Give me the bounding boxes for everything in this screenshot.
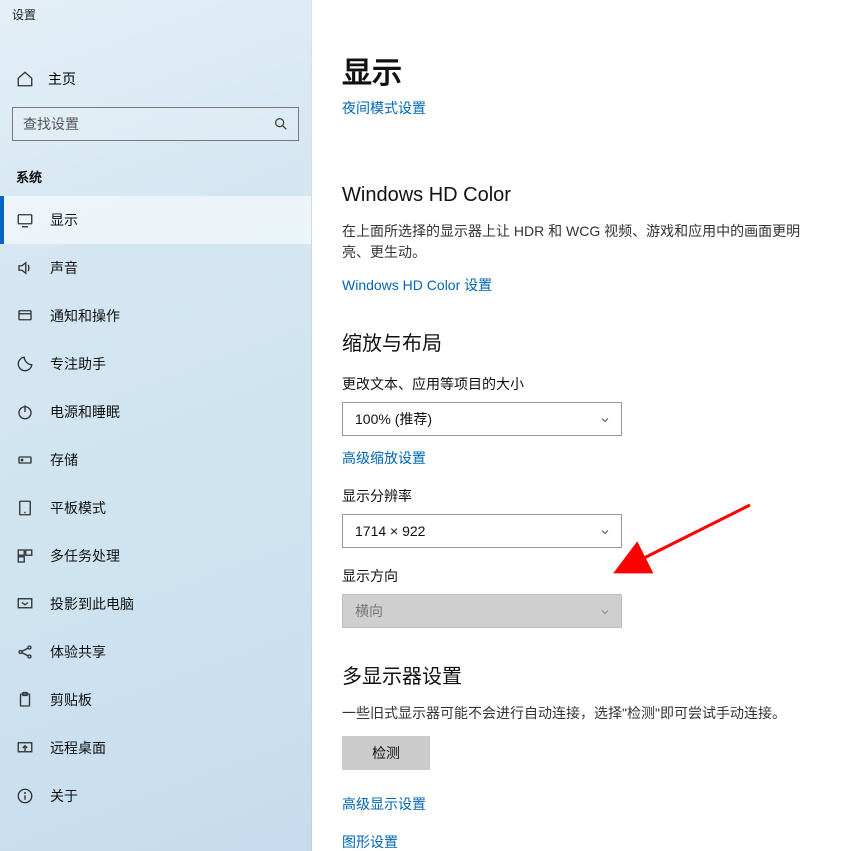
- notifications-icon: [16, 307, 34, 325]
- sidebar-item-label: 多任务处理: [50, 546, 120, 566]
- sidebar: 设置 主页 系统 显示 声音 通知和操作: [0, 0, 312, 851]
- sidebar-item-label: 显示: [50, 210, 78, 230]
- sidebar-item-label: 投影到此电脑: [50, 594, 134, 614]
- sidebar-item-label: 专注助手: [50, 354, 106, 374]
- text-size-label: 更改文本、应用等项目的大小: [342, 374, 822, 394]
- sidebar-item-display[interactable]: 显示: [0, 196, 311, 244]
- orientation-dropdown[interactable]: 横向: [342, 594, 622, 628]
- hd-color-settings-link[interactable]: Windows HD Color 设置: [342, 275, 492, 295]
- display-icon: [16, 211, 34, 229]
- advanced-scaling-link[interactable]: 高级缩放设置: [342, 448, 426, 468]
- sound-icon: [16, 259, 34, 277]
- hd-color-title: Windows HD Color: [342, 184, 822, 207]
- sidebar-item-label: 存储: [50, 450, 78, 470]
- sidebar-item-label: 平板模式: [50, 498, 106, 518]
- sidebar-group-label: 系统: [0, 141, 311, 196]
- sidebar-item-storage[interactable]: 存储: [0, 436, 311, 484]
- sidebar-item-sound[interactable]: 声音: [0, 244, 311, 292]
- home-icon: [16, 70, 34, 88]
- nightmode-settings-link[interactable]: 夜间模式设置: [342, 98, 426, 118]
- text-size-dropdown[interactable]: 100% (推荐): [342, 402, 622, 436]
- remote-icon: [16, 739, 34, 757]
- window-title: 设置: [0, 0, 311, 27]
- text-size-value: 100% (推荐): [355, 409, 432, 429]
- shared-icon: [16, 643, 34, 661]
- resolution-dropdown[interactable]: 1714 × 922: [342, 514, 622, 548]
- home-label: 主页: [48, 69, 76, 89]
- page-title: 显示: [342, 48, 822, 92]
- settings-app: 设置 主页 系统 显示 声音 通知和操作: [0, 0, 852, 851]
- sidebar-item-label: 剪贴板: [50, 690, 92, 710]
- sidebar-item-tablet[interactable]: 平板模式: [0, 484, 311, 532]
- graphics-settings-link[interactable]: 图形设置: [342, 832, 822, 851]
- project-icon: [16, 595, 34, 613]
- chevron-down-icon: [599, 413, 611, 425]
- sidebar-item-project[interactable]: 投影到此电脑: [0, 580, 311, 628]
- sidebar-item-about[interactable]: 关于: [0, 772, 311, 820]
- sidebar-item-shared[interactable]: 体验共享: [0, 628, 311, 676]
- sidebar-item-label: 声音: [50, 258, 78, 278]
- main-content: 显示 夜间模式设置 Windows HD Color 在上面所选择的显示器上让 …: [312, 0, 852, 851]
- sidebar-item-remote[interactable]: 远程桌面: [0, 724, 311, 772]
- search-wrap: [12, 107, 299, 141]
- chevron-down-icon: [599, 525, 611, 537]
- sidebar-item-label: 远程桌面: [50, 738, 106, 758]
- multitask-icon: [16, 547, 34, 565]
- sidebar-item-focus[interactable]: 专注助手: [0, 340, 311, 388]
- multi-display-title: 多显示器设置: [342, 660, 822, 689]
- multi-display-desc: 一些旧式显示器可能不会进行自动连接，选择"检测"即可尝试手动连接。: [342, 703, 802, 724]
- focus-icon: [16, 355, 34, 373]
- sidebar-item-clipboard[interactable]: 剪贴板: [0, 676, 311, 724]
- sidebar-item-label: 关于: [50, 786, 78, 806]
- orientation-value: 横向: [355, 601, 383, 621]
- chevron-down-icon: [599, 605, 611, 617]
- search-input[interactable]: [12, 107, 299, 141]
- clipboard-icon: [16, 691, 34, 709]
- tablet-icon: [16, 499, 34, 517]
- sidebar-item-label: 体验共享: [50, 642, 106, 662]
- advanced-display-link[interactable]: 高级显示设置: [342, 794, 822, 814]
- orientation-label: 显示方向: [342, 566, 822, 586]
- detect-button[interactable]: 检测: [342, 736, 430, 770]
- power-icon: [16, 403, 34, 421]
- sidebar-item-label: 电源和睡眠: [50, 402, 120, 422]
- about-icon: [16, 787, 34, 805]
- sidebar-item-label: 通知和操作: [50, 306, 120, 326]
- home-button[interactable]: 主页: [0, 57, 311, 101]
- sidebar-item-multitask[interactable]: 多任务处理: [0, 532, 311, 580]
- storage-icon: [16, 451, 34, 469]
- hd-color-desc: 在上面所选择的显示器上让 HDR 和 WCG 视频、游戏和应用中的画面更明亮、更…: [342, 221, 802, 263]
- scale-title: 缩放与布局: [342, 327, 822, 356]
- resolution-label: 显示分辨率: [342, 486, 822, 506]
- sidebar-item-power[interactable]: 电源和睡眠: [0, 388, 311, 436]
- resolution-value: 1714 × 922: [355, 523, 425, 539]
- sidebar-item-notifications[interactable]: 通知和操作: [0, 292, 311, 340]
